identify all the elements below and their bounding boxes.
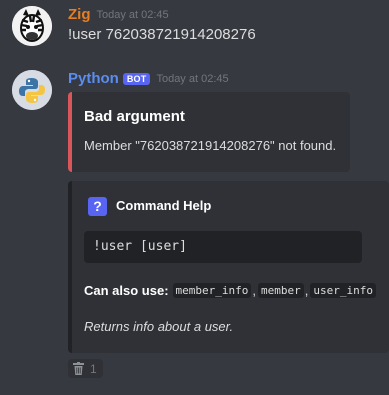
embed-description: Member "762038721914208276" not found. [84,138,337,153]
message-content: !user 762038721914208276 [68,26,256,43]
aliases-label: Can also use: [84,283,169,298]
embed-description: Returns info about a user. [84,319,234,334]
avatar[interactable] [12,70,52,110]
zebra-avatar-icon [12,6,52,46]
usage-codeblock: !user [user] [84,231,362,263]
alias-code: user_info [310,283,376,298]
error-embed: Bad argument Member "762038721914208276"… [68,92,350,172]
separator: , [304,283,309,298]
timestamp: Today at 02:45 [96,8,169,21]
message-header: Python BOT Today at 02:45 [68,70,229,87]
help-embed: ? Command Help !user [user] Can also use… [68,181,389,353]
username[interactable]: Python [68,70,119,87]
embed-title: Command Help [116,198,212,213]
bot-tag: BOT [122,72,151,85]
username[interactable]: Zig [68,6,91,23]
question-mark-icon: ? [88,197,107,216]
reaction-button[interactable]: 1 [68,359,103,378]
wastebasket-icon [73,362,84,375]
message-header: Zig Today at 02:45 [68,6,169,23]
timestamp: Today at 02:45 [156,72,229,85]
reaction-count: 1 [90,361,97,376]
alias-code: member [258,283,304,298]
message-zig: Zig Today at 02:45 !user 762038721914208… [0,0,389,58]
embed-title: Bad argument [84,108,185,125]
separator: , [252,283,257,298]
aliases-line: Can also use: member_info, member, user_… [84,283,376,298]
python-logo-icon [12,70,52,110]
alias-code: member_info [172,283,252,298]
avatar[interactable] [12,6,52,46]
message-python: Python BOT Today at 02:45 Bad argument M… [0,62,389,395]
